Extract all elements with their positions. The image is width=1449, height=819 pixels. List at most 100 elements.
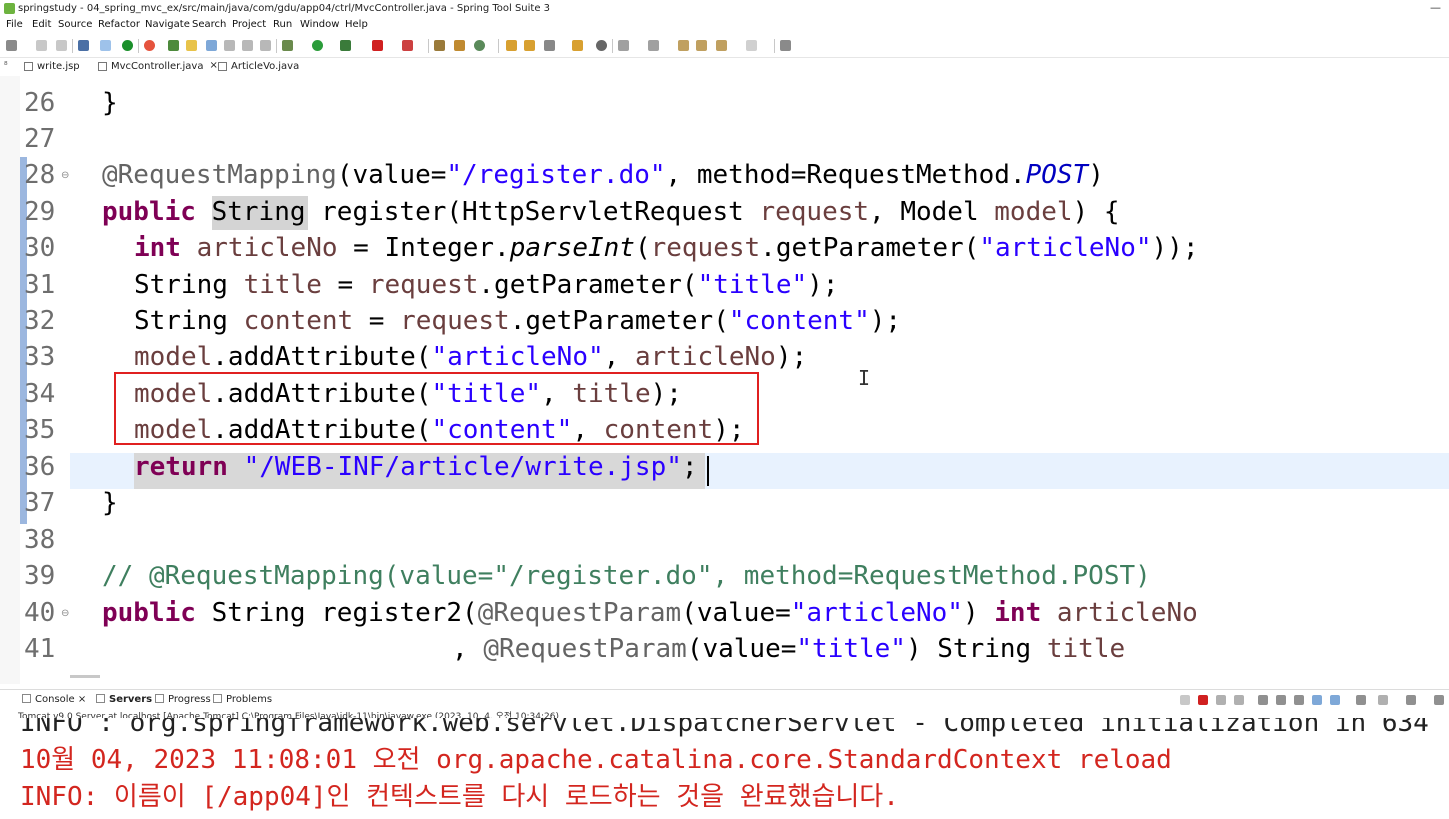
console-output[interactable]: INFO : org.springframework.web.servlet.D… bbox=[0, 718, 1449, 819]
folder-icon[interactable] bbox=[506, 40, 517, 51]
back-icon[interactable] bbox=[716, 40, 727, 51]
menu-window[interactable]: Window bbox=[300, 19, 339, 30]
spring-boot-icon[interactable] bbox=[122, 40, 133, 51]
code-line: public String register2(@RequestParam(va… bbox=[102, 598, 1198, 628]
pen-icon[interactable] bbox=[544, 40, 555, 51]
pin-console-icon[interactable] bbox=[1356, 695, 1366, 705]
line-number: 30 bbox=[24, 233, 56, 263]
remove-launch-icon[interactable] bbox=[1216, 695, 1226, 705]
tab-servers[interactable]: Servers bbox=[96, 694, 152, 705]
tab-articlevo-java[interactable]: ArticleVo.java bbox=[218, 58, 299, 76]
fold-icon[interactable]: ⊖ bbox=[61, 170, 69, 181]
remove-all-icon[interactable] bbox=[1234, 695, 1244, 705]
stop-icon[interactable] bbox=[372, 40, 383, 51]
perspective-icon[interactable] bbox=[780, 40, 791, 51]
display-console-icon[interactable] bbox=[1378, 695, 1388, 705]
open-console-icon[interactable] bbox=[1406, 695, 1416, 705]
menu-search[interactable]: Search bbox=[192, 19, 226, 30]
minimize-panel-icon[interactable] bbox=[1434, 695, 1444, 705]
save-all-icon[interactable] bbox=[56, 40, 67, 51]
run-icon[interactable] bbox=[312, 40, 323, 51]
server-icon[interactable] bbox=[434, 40, 445, 51]
line-number: 40 bbox=[24, 598, 56, 628]
menu-project[interactable]: Project bbox=[232, 19, 266, 30]
code-editor[interactable]: 26 27 28 ⊖ 29 30 31 32 33 34 35 36 37 38… bbox=[0, 76, 1449, 684]
tab-write-jsp[interactable]: write.jsp bbox=[24, 58, 80, 76]
tab-mvccontroller-java[interactable]: MvcController.java × bbox=[98, 58, 222, 78]
build-icon[interactable] bbox=[168, 40, 179, 51]
menu-refactor[interactable]: Refactor bbox=[98, 19, 140, 30]
tab-problems[interactable]: Problems bbox=[213, 694, 272, 705]
terminal-icon[interactable] bbox=[78, 40, 89, 51]
new-icon[interactable] bbox=[6, 40, 17, 51]
package-icon[interactable] bbox=[454, 40, 465, 51]
code-line: @RequestMapping(value="/register.do", me… bbox=[102, 160, 1104, 190]
next-annotation-icon[interactable] bbox=[618, 40, 629, 51]
jsp-file-icon bbox=[24, 62, 33, 71]
open-folder-icon[interactable] bbox=[524, 40, 535, 51]
java-file-icon bbox=[218, 62, 227, 71]
spring-app-icon bbox=[4, 3, 15, 14]
menu-edit[interactable]: Edit bbox=[32, 19, 51, 30]
close-icon[interactable]: × bbox=[78, 694, 86, 705]
line-number: 37 bbox=[24, 488, 56, 518]
red-highlight-box bbox=[114, 372, 759, 445]
ibeam-cursor-icon: I bbox=[858, 366, 871, 390]
refresh-icon[interactable] bbox=[144, 40, 155, 51]
tab-progress[interactable]: Progress bbox=[155, 694, 211, 705]
fold-icon[interactable]: ⊖ bbox=[61, 608, 69, 619]
editor-tabs: write.jsp MvcController.java × ArticleVo.… bbox=[0, 58, 1449, 78]
problems-icon bbox=[213, 694, 222, 703]
menu-file[interactable]: File bbox=[6, 19, 23, 30]
open-type-icon[interactable] bbox=[474, 40, 485, 51]
menu-run[interactable]: Run bbox=[273, 19, 292, 30]
line-number: 33 bbox=[24, 342, 56, 372]
paragraph-icon[interactable] bbox=[260, 40, 271, 51]
run-config-icon[interactable] bbox=[340, 40, 351, 51]
line-number: 39 bbox=[24, 561, 56, 591]
save-icon[interactable] bbox=[36, 40, 47, 51]
last-edit-icon[interactable] bbox=[678, 40, 689, 51]
external-tools-icon[interactable] bbox=[402, 40, 413, 51]
prev-annotation-icon[interactable] bbox=[648, 40, 659, 51]
back-edit-icon[interactable] bbox=[696, 40, 707, 51]
line-number: 35 bbox=[24, 415, 56, 445]
select-icon[interactable] bbox=[100, 40, 111, 51]
menu-source[interactable]: Source bbox=[58, 19, 92, 30]
word-wrap-icon[interactable] bbox=[1294, 695, 1304, 705]
window-title: springstudy - 04_spring_mvc_ex/src/main/… bbox=[18, 3, 551, 14]
close-icon[interactable]: × bbox=[209, 60, 217, 71]
task-icon[interactable] bbox=[572, 40, 583, 51]
menu-help[interactable]: Help bbox=[345, 19, 368, 30]
line-number: 29 bbox=[24, 197, 56, 227]
forward-icon[interactable] bbox=[746, 40, 757, 51]
format-icon[interactable] bbox=[224, 40, 235, 51]
tab-list-icon[interactable]: ⁸ bbox=[4, 61, 8, 71]
line-number: 38 bbox=[24, 525, 56, 555]
globe-icon[interactable] bbox=[596, 40, 607, 51]
code-line: // @RequestMapping(value="/register.do",… bbox=[102, 561, 1151, 591]
line-number: 27 bbox=[24, 124, 56, 154]
minimize-button[interactable]: — bbox=[1430, 1, 1441, 14]
scrollbar-thumb[interactable] bbox=[70, 675, 100, 678]
toggle-icon[interactable] bbox=[206, 40, 217, 51]
link-icon[interactable] bbox=[1180, 695, 1190, 705]
console-line: INFO: 이름이 [/app04]인 컨텍스트를 다시 로드하는 것을 완료했… bbox=[20, 782, 899, 812]
clear-console-icon[interactable] bbox=[1258, 695, 1268, 705]
debug-icon[interactable] bbox=[282, 40, 293, 51]
show-stderr-icon[interactable] bbox=[1330, 695, 1340, 705]
show-stdout-icon[interactable] bbox=[1312, 695, 1322, 705]
tab-console[interactable]: Console × bbox=[22, 694, 86, 705]
horizontal-scrollbar[interactable] bbox=[70, 673, 1449, 681]
terminate-icon[interactable] bbox=[1198, 695, 1208, 705]
main-toolbar bbox=[0, 35, 1449, 58]
servers-icon bbox=[96, 694, 105, 703]
code-line: return "/WEB-INF/article/write.jsp"; bbox=[134, 452, 698, 482]
line-number: 41 bbox=[24, 634, 56, 664]
progress-icon bbox=[155, 694, 164, 703]
menu-navigate[interactable]: Navigate bbox=[145, 19, 190, 30]
code-line: String title = request.getParameter("tit… bbox=[134, 270, 839, 300]
mark-icon[interactable] bbox=[186, 40, 197, 51]
block-icon[interactable] bbox=[242, 40, 253, 51]
scroll-lock-icon[interactable] bbox=[1276, 695, 1286, 705]
